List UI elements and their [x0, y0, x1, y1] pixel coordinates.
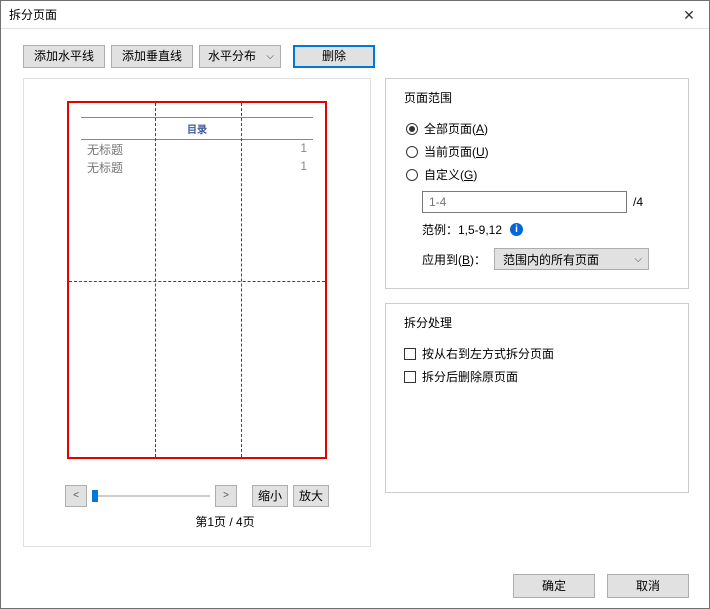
page-range-input[interactable]: [422, 191, 627, 213]
checkbox-delete-original[interactable]: 拆分后删除原页面: [404, 368, 670, 385]
add-horizontal-line-button[interactable]: 添加水平线: [23, 45, 105, 68]
split-process-legend: 拆分处理: [400, 314, 456, 331]
page-total: /4: [633, 195, 643, 209]
add-vertical-line-button[interactable]: 添加垂直线: [111, 45, 193, 68]
doc-content: 目录 无标题1 无标题1: [81, 117, 313, 177]
zoom-out-button[interactable]: 缩小: [252, 485, 288, 507]
info-icon[interactable]: i: [510, 223, 523, 236]
zoom-in-button[interactable]: 放大: [293, 485, 329, 507]
split-line-vertical[interactable]: [241, 103, 242, 457]
distribution-label: 水平分布: [208, 46, 256, 67]
toolbar: 添加水平线 添加垂直线 水平分布 ⌵ 删除: [1, 29, 709, 78]
close-icon[interactable]: ✕: [669, 1, 709, 29]
page-range-legend: 页面范围: [400, 89, 456, 106]
titlebar: 拆分页面 ✕: [1, 1, 709, 29]
page-slider[interactable]: [92, 495, 210, 497]
doc-title: 目录: [81, 121, 313, 136]
distribution-select[interactable]: 水平分布 ⌵: [199, 45, 281, 68]
dialog-footer: 确定 取消: [513, 574, 689, 598]
preview-pane: 目录 无标题1 无标题1 < > 缩小 放大 第1页 / 4页: [23, 78, 371, 547]
checkbox-rtl[interactable]: 按从右到左方式拆分页面: [404, 345, 670, 362]
example-label: 范例：1,5-9,12: [422, 221, 502, 238]
page-indicator: 第1页 / 4页: [195, 513, 254, 530]
radio-current-page[interactable]: 当前页面(U): [406, 143, 668, 160]
page-range-fieldset: 页面范围 全部页面(A) 当前页面(U) 自定义(G) /4 范例：1,5-9,…: [385, 78, 689, 289]
chevron-down-icon: ⌵: [266, 46, 274, 67]
apply-to-select[interactable]: 范围内的所有页面 ⌵: [494, 248, 649, 270]
cancel-button[interactable]: 取消: [607, 574, 689, 598]
nav-row: < > 缩小 放大: [65, 485, 329, 507]
delete-button[interactable]: 删除: [293, 45, 375, 68]
checkbox-icon: [404, 348, 416, 360]
split-line-horizontal[interactable]: [69, 281, 325, 282]
radio-icon: [406, 123, 418, 135]
radio-icon: [406, 169, 418, 181]
radio-icon: [406, 146, 418, 158]
radio-all-pages[interactable]: 全部页面(A): [406, 120, 668, 137]
window-title: 拆分页面: [9, 1, 57, 29]
ok-button[interactable]: 确定: [513, 574, 595, 598]
radio-custom[interactable]: 自定义(G): [406, 166, 668, 183]
split-process-fieldset: 拆分处理 按从右到左方式拆分页面 拆分后删除原页面: [385, 303, 689, 493]
prev-page-button[interactable]: <: [65, 485, 87, 507]
slider-thumb[interactable]: [92, 490, 98, 502]
checkbox-icon: [404, 371, 416, 383]
apply-to-label: 应用到(B)：: [422, 251, 486, 268]
chevron-down-icon: ⌵: [634, 254, 642, 265]
page-preview[interactable]: 目录 无标题1 无标题1: [67, 101, 327, 459]
split-line-vertical[interactable]: [155, 103, 156, 457]
next-page-button[interactable]: >: [215, 485, 237, 507]
